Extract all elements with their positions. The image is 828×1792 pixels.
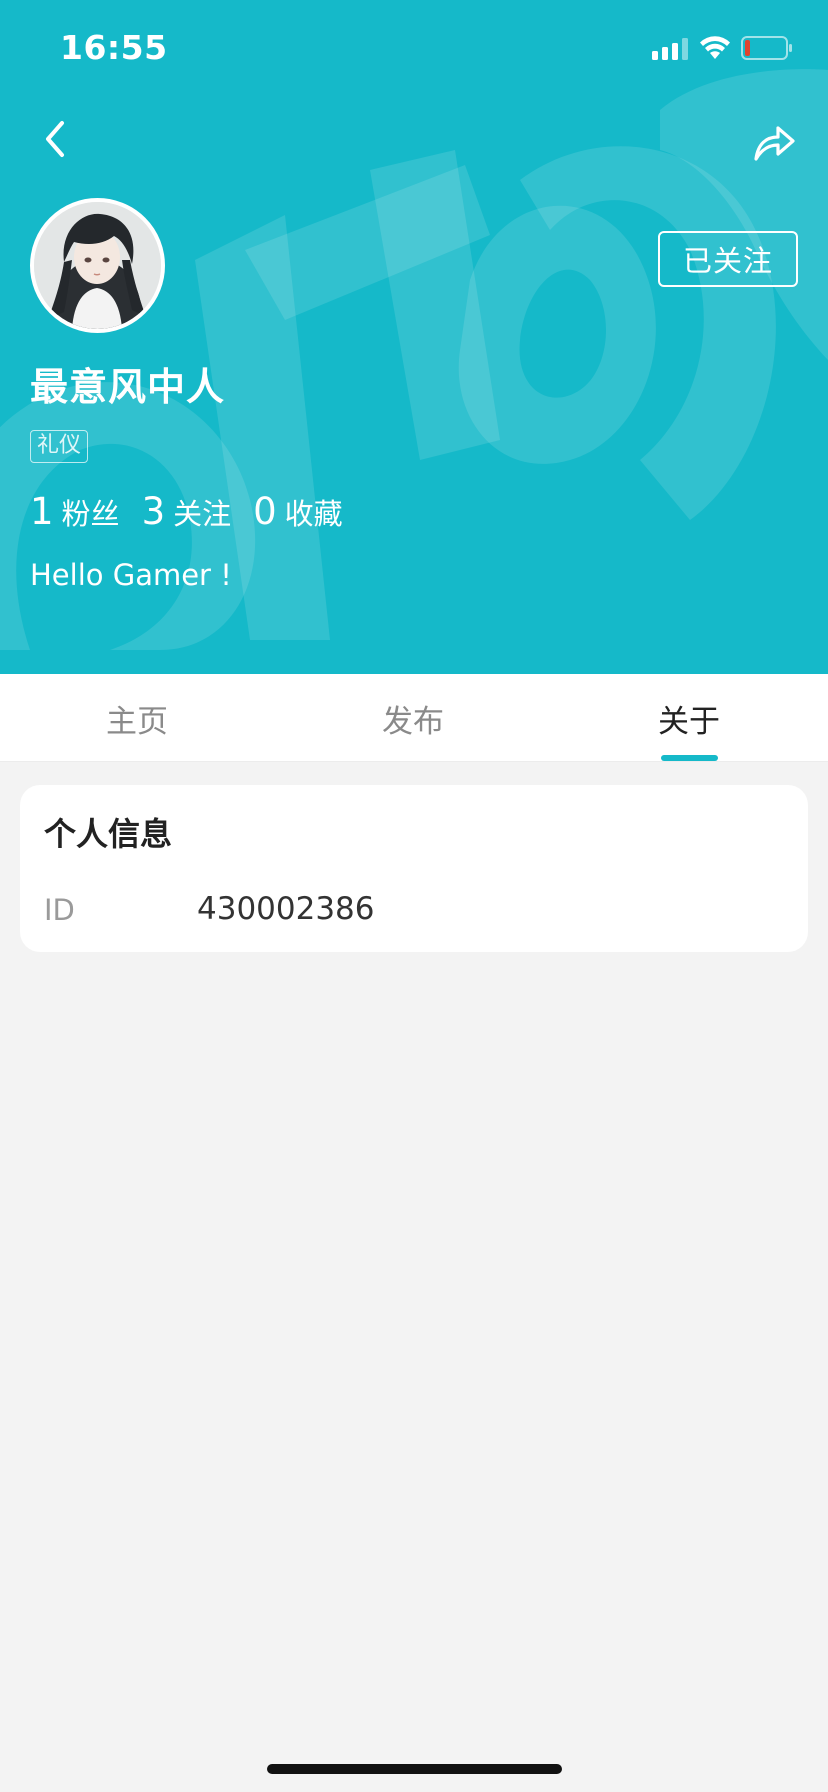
wifi-icon xyxy=(700,36,730,59)
profile-stats: 1 粉丝 3 关注 0 收藏 xyxy=(30,490,365,533)
stat-favorites-count: 0 xyxy=(253,490,277,533)
id-label: ID xyxy=(44,893,75,927)
tab-home[interactable]: 主页 xyxy=(67,674,207,762)
stat-followers-count: 1 xyxy=(30,490,54,533)
personal-info-card: 个人信息 ID 430002386 xyxy=(20,785,808,952)
share-button[interactable] xyxy=(748,116,800,168)
share-arrow-icon xyxy=(754,126,795,161)
home-indicator[interactable] xyxy=(267,1764,562,1774)
username: 最意风中人 xyxy=(30,365,226,409)
stat-followers-label: 粉丝 xyxy=(61,497,120,531)
chevron-left-icon xyxy=(46,121,64,157)
tab-posts[interactable]: 发布 xyxy=(343,674,483,762)
cellular-signal-icon xyxy=(652,38,688,60)
stat-favorites[interactable]: 0 收藏 xyxy=(253,490,343,533)
tab-about[interactable]: 关于 xyxy=(619,674,759,762)
profile-tab-bar: 主页 发布 关于 xyxy=(0,674,828,762)
profile-screen: 16:55 已关注 最意风中人 礼仪 1 粉丝 3 关注 0 收藏 Hello … xyxy=(0,0,828,1792)
following-button[interactable]: 已关注 xyxy=(658,231,798,287)
avatar[interactable] xyxy=(30,198,165,333)
avatar-illustration xyxy=(34,202,161,329)
stat-favorites-label: 收藏 xyxy=(284,497,343,531)
status-time: 16:55 xyxy=(60,28,168,67)
stat-followers[interactable]: 1 粉丝 xyxy=(30,490,120,533)
battery-low-icon xyxy=(741,36,792,60)
active-tab-indicator xyxy=(661,755,718,761)
stat-following[interactable]: 3 关注 xyxy=(142,490,232,533)
user-tag-badge: 礼仪 xyxy=(30,430,89,463)
profile-header: 16:55 已关注 最意风中人 礼仪 1 粉丝 3 关注 0 收藏 Hello … xyxy=(0,0,828,674)
personal-info-title: 个人信息 xyxy=(44,815,173,853)
stat-following-count: 3 xyxy=(141,490,166,533)
status-bar: 16:55 xyxy=(0,0,828,100)
stat-following-label: 关注 xyxy=(173,497,232,531)
profile-bio: Hello Gamer ! xyxy=(30,558,232,592)
back-button[interactable] xyxy=(30,114,80,164)
id-value: 430002386 xyxy=(197,891,375,927)
